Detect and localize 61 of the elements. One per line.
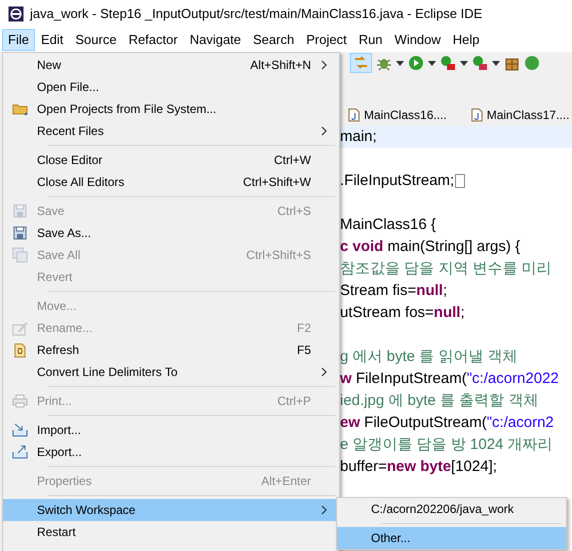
menu-item[interactable]: Export... [3, 441, 339, 463]
code-line: 참조값을 담을 지역 변수를 미리 [340, 258, 552, 279]
menu-item[interactable]: Switch Workspace [3, 499, 339, 521]
menu-bar-item[interactable]: Run [352, 29, 389, 51]
dropdown-caret-icon[interactable] [396, 60, 404, 66]
floppy-disks-icon [12, 247, 28, 263]
menu-bar-item[interactable]: Help [446, 29, 486, 51]
menu-item[interactable]: Restart [3, 521, 339, 543]
refresh-icon [13, 342, 27, 358]
editor-tab[interactable]: MainClass16.... [348, 106, 447, 124]
class-icon[interactable] [524, 55, 540, 71]
code-line: MainClass16 { [340, 214, 436, 235]
menu-item[interactable]: Save As... [3, 222, 339, 244]
java-file-icon [470, 108, 483, 122]
menu-item[interactable]: Import... [3, 419, 339, 441]
dropdown-caret-icon[interactable] [460, 60, 468, 66]
code-line: g 에서 byte 를 읽어낼 객체 [340, 346, 518, 367]
menu-bar-item[interactable]: Window [388, 29, 447, 51]
code-line: ied.jpg 에 byte 를 출력할 객체 [340, 390, 538, 411]
menu-bar-item[interactable]: Edit [34, 29, 70, 51]
menu-bar-item[interactable]: Search [247, 29, 300, 51]
printer-icon [12, 394, 28, 408]
import-icon [12, 423, 28, 437]
menu-item[interactable]: New Alt+Shift+N [3, 54, 339, 76]
menu-item[interactable]: Close Editor Ctrl+W [3, 149, 339, 171]
code-line: utStream fos=null; [340, 302, 465, 323]
menu-item[interactable]: Close All Editors Ctrl+Shift+W [3, 171, 339, 193]
external-tools-icon[interactable] [472, 55, 488, 71]
coverage-icon[interactable] [440, 55, 456, 71]
menu-bar-item[interactable]: Project [300, 29, 353, 51]
menu-item[interactable]: Convert Line Delimiters To [3, 361, 339, 383]
menu-item[interactable]: Refresh F5 [3, 339, 339, 361]
menu-item[interactable]: Other... [337, 527, 566, 549]
code-line: c void main(String[] args) { [340, 236, 520, 257]
code-line: buffer=new byte[1024]; [340, 456, 497, 477]
menu-bar-item[interactable]: Source [69, 29, 123, 51]
code-line: Stream fis=null; [340, 280, 448, 301]
code-line: .FileInputStream; [340, 170, 454, 191]
editor-tab[interactable]: MainClass17.... [470, 106, 570, 124]
java-file-icon [348, 108, 360, 122]
code-line: main; [340, 126, 377, 147]
folded-imports-icon[interactable] [455, 174, 466, 188]
menu-item[interactable]: Open File... [3, 76, 339, 98]
window-title: java_work - Step16 _InputOutput/src/test/main/MainClass16.java - Eclipse IDE [30, 5, 482, 24]
menu-item[interactable]: Recent Files [3, 120, 339, 142]
dropdown-caret-icon[interactable] [492, 60, 500, 66]
swap-arrows-icon [354, 56, 368, 70]
menu-item[interactable]: Open Projects from File System... [3, 98, 339, 120]
menu-bar-item[interactable]: Refactor [122, 29, 184, 51]
menu-item[interactable]: C:/acorn202206/java_work [337, 498, 566, 520]
code-line: w FileInputStream("c:/acorn2022 [340, 368, 559, 389]
dropdown-caret-icon[interactable] [428, 60, 436, 66]
eclipse-logo-icon [8, 6, 24, 22]
menu-bar-item[interactable]: File [2, 29, 35, 51]
toggle-button[interactable] [350, 53, 372, 73]
folder-icon [12, 102, 28, 116]
export-icon [12, 445, 28, 459]
menu-bar-item[interactable]: Navigate [184, 29, 248, 51]
rename-icon [12, 320, 28, 336]
code-line: ew FileOutputStream("c:/acorn2 [340, 412, 554, 433]
code-line: e 알갱이를 담을 방 1024 개짜리 [340, 434, 553, 455]
